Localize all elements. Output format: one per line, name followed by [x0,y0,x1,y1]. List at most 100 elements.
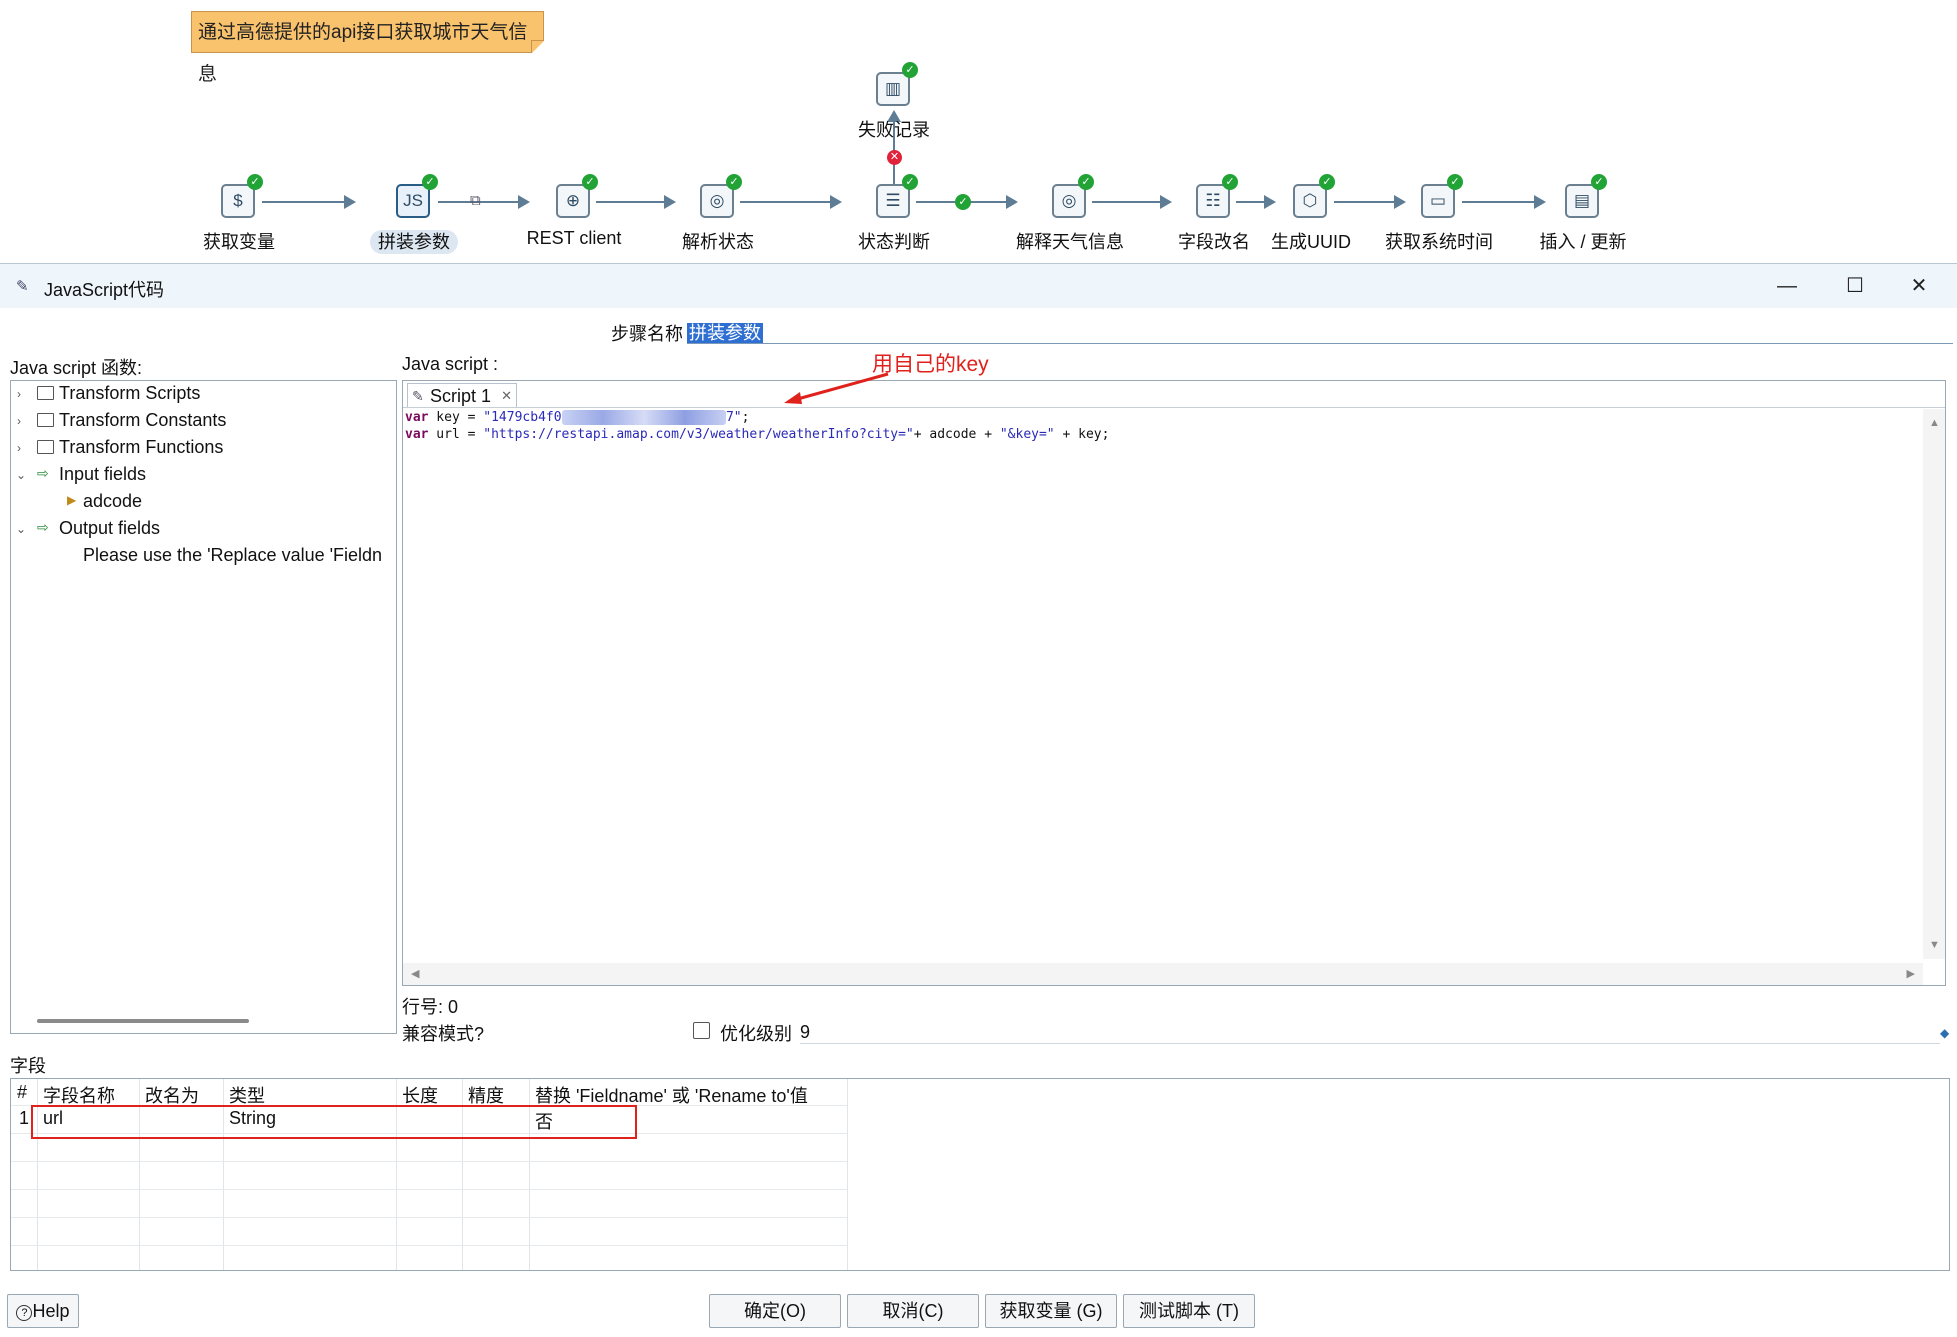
optimize-underline [800,1043,1940,1044]
input-fields-icon: ⇨ [37,465,49,481]
step-label: 获取系统时间 [1385,232,1493,252]
row-divider [11,1217,847,1218]
step-parse-status[interactable]: ◎ ✓ 解析状态 [643,174,793,274]
chevron-down-icon[interactable]: ⌄ [16,468,28,482]
step-label: 解析状态 [682,232,754,252]
row-divider [11,1189,847,1190]
close-tab-icon[interactable]: ✕ [501,384,512,408]
vertical-scrollbar[interactable]: ▲ ▼ [1923,409,1945,959]
ok-badge-icon: ✓ [1319,174,1335,190]
row-number: 1 [19,1108,30,1128]
dialog-titlebar[interactable]: ✎ JavaScript代码 — ☐ ✕ [0,264,1957,308]
dollar-icon: $ [221,184,255,218]
column-header[interactable]: # [17,1082,27,1103]
step-assemble-params[interactable]: JS ✓ 拼装参数 [339,174,489,274]
system-info-icon: ▭ [1421,184,1455,218]
functions-tree[interactable]: › Transform Scripts › Transform Constant… [10,380,397,1034]
log-icon: ▥ [876,72,910,106]
line-number-label: 行号: 0 [402,997,459,1017]
field-icon: ▶ [67,493,77,507]
tree-item-label: Please use the 'Replace value 'Fieldn [83,545,383,565]
step-parse-weather[interactable]: ◎ ✓ 解释天气信息 [995,174,1145,274]
json-input-icon: ◎ [1052,184,1086,218]
test-script-button[interactable]: 测试脚本 (T) [1123,1294,1255,1328]
rest-client-icon: ⊕ [556,184,590,218]
tree-item-output-hint[interactable]: Please use the 'Replace value 'Fieldn [11,545,394,571]
script-editor-frame: ✎ Script 1 ✕ var key = "1479cb4f0xxxxxxx… [402,380,1946,986]
help-icon: ? [16,1305,33,1321]
code-string: "https://restapi.amap.com/v3/weather/wea… [483,427,914,442]
optimize-level-input[interactable]: 9 [800,1022,810,1043]
script-label: Java script : [402,354,499,374]
step-status-check[interactable]: ☰ ✓ 状态判断 [819,174,969,274]
code-string: 7" [725,410,742,425]
tree-item-label: Output fields [59,518,161,538]
help-button[interactable]: ? Help [7,1294,79,1328]
tab-script-1[interactable]: ✎ Script 1 ✕ [407,383,517,407]
scroll-left-icon[interactable]: ◀ [411,967,419,980]
close-icon[interactable]: ✕ [1896,272,1942,300]
scroll-right-icon[interactable]: ▶ [1907,967,1915,980]
step-get-variables[interactable]: $ ✓ 获取变量 [164,174,314,274]
json-input-icon: ◎ [700,184,734,218]
col-divider [847,1079,848,1270]
horizontal-scrollbar[interactable] [37,1019,249,1023]
uuid-icon: ⬡ [1293,184,1327,218]
scroll-down-icon[interactable]: ▼ [1929,939,1940,951]
ok-badge-icon: ✓ [247,174,263,190]
chevron-right-icon[interactable]: › [17,387,29,401]
step-label: 插入 / 更新 [1539,232,1627,252]
chevron-right-icon[interactable]: › [17,441,29,455]
javascript-icon: ✎ [16,278,29,295]
variable-icon[interactable]: ◆ [1940,1026,1949,1040]
filter-icon: ☰ [876,184,910,218]
code-string: "&key=" [999,427,1055,442]
step-label: 状态判断 [858,232,930,252]
canvas-note[interactable]: 通过高德提供的api接口获取城市天气信息 [191,11,544,85]
tree-item-label: Transform Functions [59,437,224,457]
tree-item-label: Transform Constants [59,410,227,430]
step-name-input[interactable]: 拼装参数 [687,319,1953,344]
compat-mode-checkbox[interactable] [693,1022,710,1039]
code-keyword: var [405,427,429,442]
javascript-icon: JS [396,184,430,218]
code-text: url = [428,427,484,442]
step-rest-client[interactable]: ⊕ ✓ REST client [499,174,649,274]
tree-item-label: adcode [83,491,143,511]
folder-icon [37,413,54,427]
dialog-title: JavaScript代码 [44,280,165,300]
ok-badge-icon: ✓ [1591,174,1607,190]
step-failure-log[interactable]: ▥ ✓ 失败记录 [819,62,969,162]
ok-button[interactable]: 确定(O) [709,1294,841,1328]
minimize-icon[interactable]: — [1764,272,1810,300]
chevron-right-icon[interactable]: › [17,414,29,428]
transformation-canvas[interactable]: 通过高德提供的api接口获取城市天气信息 ⧉ ✓ ✕ $ ✓ 获取变量 JS ✓… [0,0,1957,262]
maximize-icon[interactable]: ☐ [1832,272,1878,300]
cancel-button[interactable]: 取消(C) [847,1294,979,1328]
script-editor[interactable]: var key = "1479cb4f0xxxxxxxxxxxxxxxxxxxx… [405,409,1109,443]
code-text: ; [741,410,750,425]
script-icon: ✎ [412,388,424,404]
tree-item-label: Input fields [59,464,147,484]
step-system-time[interactable]: ▭ ✓ 获取系统时间 [1364,174,1514,274]
step-insert-update[interactable]: ▤ ✓ 插入 / 更新 [1508,174,1658,274]
optimize-label: 优化级别 [720,1024,792,1044]
row-divider [11,1161,847,1162]
insert-update-icon: ▤ [1565,184,1599,218]
ok-badge-icon: ✓ [902,174,918,190]
scroll-up-icon[interactable]: ▲ [1929,417,1940,429]
annotation-highlight-box [31,1105,637,1139]
output-fields-icon: ⇨ [37,519,49,535]
step-label: 失败记录 [858,120,930,140]
code-text: key = [428,410,484,425]
tab-label: Script 1 [430,386,492,406]
horizontal-scrollbar[interactable]: ◀ ▶ [403,963,1923,985]
get-variables-button[interactable]: 获取变量 (G) [985,1294,1117,1328]
redacted-key: xxxxxxxxxxxxxxxxxxxxx [561,410,726,425]
row-divider [11,1245,847,1246]
folder-icon [37,440,54,454]
annotation-text: 用自己的key [872,353,989,376]
chevron-down-icon[interactable]: ⌄ [16,522,28,536]
functions-label: Java script 函数: [10,358,143,378]
code-text: + adcode + [913,427,1000,442]
